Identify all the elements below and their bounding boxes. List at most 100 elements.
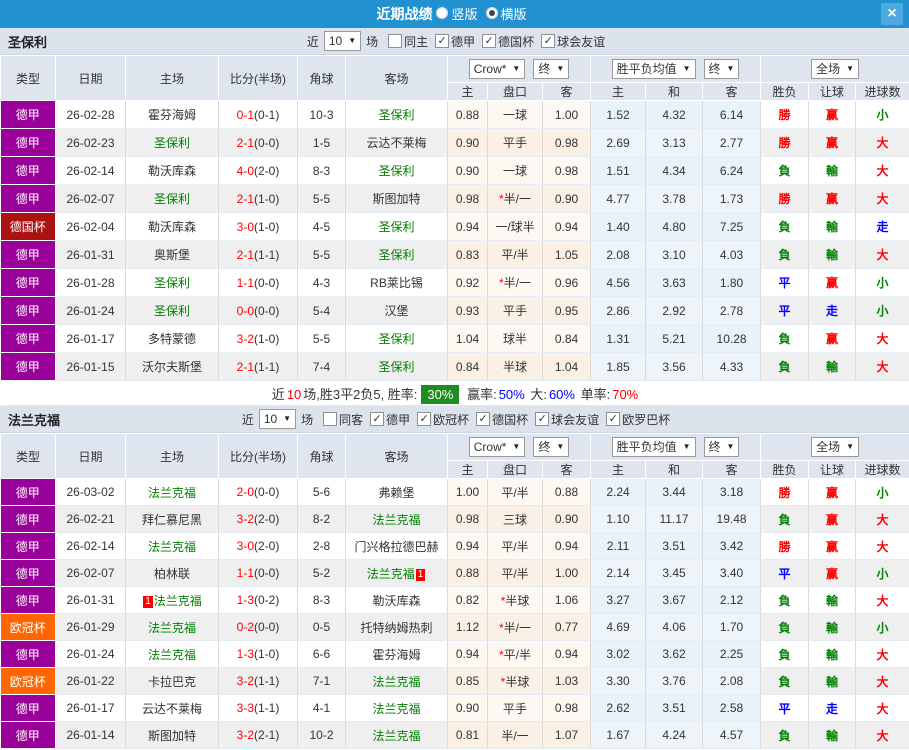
crow-final-select[interactable]: 终 ▼ xyxy=(533,437,570,457)
crow-odds-cell: 0.88 xyxy=(447,559,488,587)
avg-odds-select[interactable]: 胜平负均值 ▼ xyxy=(611,59,696,79)
match-count-select[interactable]: 10 ▼ xyxy=(258,409,297,429)
league-checkbox-0[interactable]: ✓ xyxy=(435,34,450,48)
avg-odds-cell: 2.77 xyxy=(702,128,762,157)
home-team-cell: 法兰克福 xyxy=(125,478,219,506)
crow-company-select[interactable]: Crow* ▼ xyxy=(468,59,526,79)
corner-cell: 5-5 xyxy=(297,240,346,269)
crow-company-select[interactable]: Crow* ▼ xyxy=(468,437,526,457)
crow-odds-cell: 0.90 xyxy=(447,156,488,185)
league-checkbox-label: 欧冠杯 xyxy=(433,412,470,427)
match-row: 德甲 26-01-28 圣保利 1-1(0-0) 4-3 RB莱比锡 0.92 *半/一 0.9… xyxy=(0,268,909,297)
layout-radio-horizontal[interactable]: 横版 xyxy=(485,4,527,23)
match-row: 德甲 26-01-24 法兰克福 1-3(1-0) 6-6 霍芬海姆 0.94 *平/半 0.9… xyxy=(0,640,909,668)
sections-container: 圣保利近 10 ▼ 场同主 ✓ 德甲 ✓ 德国杯 ✓ 球会友谊 类型 日期 主场 比分(半场) 角球 客场 Cr… xyxy=(0,28,909,749)
rank-badge: 1 xyxy=(143,595,153,608)
away-team-cell: RB莱比锡 xyxy=(345,268,448,297)
team-name: 圣保利 xyxy=(8,34,48,50)
avg-odds-cell: 2.92 xyxy=(645,296,704,325)
score-cell: 2-1(1-1) xyxy=(218,352,298,381)
league-checkbox-0[interactable]: ✓ xyxy=(370,412,385,426)
match-count-select[interactable]: 10 ▼ xyxy=(323,31,362,51)
handicap-result-cell: 輸 xyxy=(808,721,857,749)
league-type-cell: 德甲 xyxy=(0,156,56,185)
result-label: 大 xyxy=(876,360,889,374)
avg-odds-cell: 3.02 xyxy=(590,640,647,668)
halftime-score: (2-0) xyxy=(254,512,280,526)
team-label: 法兰克福 xyxy=(372,674,421,689)
league-type-cell: 德甲 xyxy=(0,324,56,353)
filter-games-label: 场 xyxy=(366,34,379,49)
crow-final-select[interactable]: 终 ▼ xyxy=(533,59,570,79)
crow-odds-cell: 1.03 xyxy=(542,667,592,695)
halftime-score: (2-1) xyxy=(254,728,280,742)
avg-final-select[interactable]: 终 ▼ xyxy=(703,59,740,79)
league-type-cell: 德国杯 xyxy=(0,212,56,241)
result-label: 輸 xyxy=(826,220,839,234)
away-team-cell: 圣保利 xyxy=(345,352,448,381)
handicap-star: * xyxy=(500,593,506,608)
avg-odds-cell: 1.31 xyxy=(590,324,647,353)
league-checkbox-1[interactable]: ✓ xyxy=(482,34,497,48)
crow-odds-cell: 0.98 xyxy=(542,156,592,185)
handicap-cell: 平手 xyxy=(487,128,543,157)
avg-odds-cell: 3.44 xyxy=(645,478,704,506)
layout-radio-vertical[interactable]: 竖版 xyxy=(436,4,478,23)
result-label: 勝 xyxy=(778,192,791,206)
home-team-cell: 圣保利 xyxy=(125,296,219,325)
league-checkbox-4[interactable]: ✓ xyxy=(606,412,621,426)
fulltime-score: 1-1 xyxy=(236,566,254,580)
league-checkbox-label: 球会友谊 xyxy=(551,412,600,427)
scope-checkbox[interactable] xyxy=(388,34,403,48)
team-label: 圣保利 xyxy=(378,360,415,374)
league-checkbox-3[interactable]: ✓ xyxy=(535,412,550,426)
col-header: 客场 xyxy=(345,55,448,101)
avg-odds-cell: 1.70 xyxy=(702,613,762,641)
home-team-cell: 多特蒙德 xyxy=(125,324,219,353)
fullmatch-scope-select[interactable]: 全场 ▼ xyxy=(811,437,860,457)
league-checkbox-1[interactable]: ✓ xyxy=(417,412,432,426)
match-date: 26-01-24 xyxy=(55,296,126,325)
score-cell: 1-1(0-0) xyxy=(218,559,298,587)
crow-odds-cell: 0.90 xyxy=(447,694,488,722)
team-label: 法兰克福 xyxy=(372,512,421,527)
matches-table: 类型 日期 主场 比分(半场) 角球 客场 Crow* ▼ 终 ▼ 胜平负均值 ▼ 终 ▼ 全场 ▼ 主盘口客主… xyxy=(0,433,909,749)
fullmatch-scope-select[interactable]: 全场 ▼ xyxy=(811,59,860,79)
avg-final-select[interactable]: 终 ▼ xyxy=(703,437,740,457)
handicap-cell: 一球 xyxy=(487,100,543,129)
avg-odds-cell: 2.69 xyxy=(590,128,647,157)
halftime-score: (1-1) xyxy=(254,674,280,688)
avg-odds-cell: 3.42 xyxy=(702,532,762,560)
scope-checkbox[interactable] xyxy=(323,412,338,426)
fulltime-score: 2-1 xyxy=(236,247,254,262)
score-cell: 2-0(0-0) xyxy=(218,478,298,506)
team-label: 圣保利 xyxy=(378,108,415,122)
close-button[interactable]: × xyxy=(881,3,903,25)
league-checkbox-2[interactable]: ✓ xyxy=(476,412,491,426)
odds-group-header: 全场 ▼ xyxy=(760,433,909,461)
avg-odds-select[interactable]: 胜平负均值 ▼ xyxy=(611,437,696,457)
result-label: 大 xyxy=(876,164,889,178)
odds-group-header: Crow* ▼ 终 ▼ xyxy=(446,433,592,461)
halftime-score: (1-0) xyxy=(254,647,280,661)
team-label: 圣保利 xyxy=(153,304,190,318)
handicap-star: * xyxy=(498,620,504,635)
filter-bar: 近 10 ▼ 场同客 ✓ 德甲 ✓ 欧冠杯 ✓ 德国杯 ✓ 球会友谊 ✓ 欧罗巴杯 xyxy=(239,409,670,429)
match-date: 26-01-22 xyxy=(55,667,126,695)
avg-odds-cell: 4.57 xyxy=(702,721,762,749)
handicap-result-cell: 輸 xyxy=(808,640,857,668)
league-checkbox-2[interactable]: ✓ xyxy=(541,34,556,48)
league-type-cell: 德甲 xyxy=(0,694,56,722)
result-label: 大 xyxy=(876,728,889,743)
avg-odds-cell: 4.80 xyxy=(645,212,704,241)
subcol-header: 主 xyxy=(590,460,647,479)
halftime-score: (0-0) xyxy=(254,135,280,150)
fulltime-score: 2-0 xyxy=(236,485,254,499)
home-team-cell: 勒沃库森 xyxy=(125,156,219,185)
home-team-cell: 1 法兰克福 xyxy=(125,586,219,614)
goals-result-cell: 大 xyxy=(855,667,909,695)
result-label: 小 xyxy=(876,485,889,500)
rank-badge: 1 xyxy=(415,568,426,581)
league-checkbox-label: 德甲 xyxy=(386,412,411,427)
avg-odds-cell: 3.27 xyxy=(590,586,647,614)
